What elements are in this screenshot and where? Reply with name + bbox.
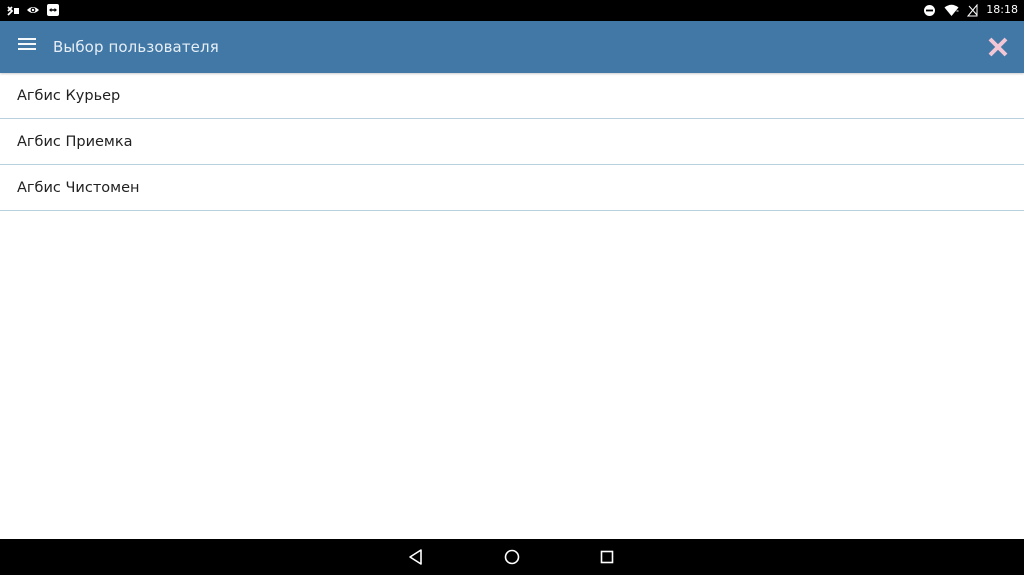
user-item-label: Агбис Приемка bbox=[17, 133, 133, 150]
recents-icon[interactable] bbox=[598, 548, 616, 566]
do-not-disturb-icon bbox=[924, 4, 936, 16]
close-icon[interactable] bbox=[986, 35, 1010, 59]
user-list: Агбис Курьер Агбис Приемка Агбис Чистоме… bbox=[0, 73, 1024, 211]
status-left-icons bbox=[6, 3, 60, 17]
no-signal-icon bbox=[967, 3, 978, 16]
app-bar: Выбор пользователя bbox=[0, 21, 1024, 73]
wifi-icon bbox=[944, 4, 959, 16]
navigation-bar bbox=[0, 539, 1024, 575]
user-item-reception[interactable]: Агбис Приемка bbox=[0, 119, 1024, 165]
page-title: Выбор пользователя bbox=[53, 38, 219, 56]
home-icon[interactable] bbox=[503, 548, 521, 566]
status-right-icons: 18:18 bbox=[923, 2, 1018, 18]
user-item-label: Агбис Чистомен bbox=[17, 179, 140, 196]
eye-icon bbox=[27, 7, 39, 13]
teamviewer-icon bbox=[47, 4, 59, 16]
user-item-chistomen[interactable]: Агбис Чистомен bbox=[0, 165, 1024, 211]
back-icon[interactable] bbox=[407, 548, 425, 566]
status-time: 18:18 bbox=[986, 3, 1018, 16]
no-sim-icon bbox=[7, 6, 19, 16]
menu-icon[interactable] bbox=[18, 38, 36, 52]
user-item-label: Агбис Курьер bbox=[17, 87, 121, 104]
user-item-courier[interactable]: Агбис Курьер bbox=[0, 73, 1024, 119]
status-bar: 18:18 bbox=[0, 0, 1024, 21]
